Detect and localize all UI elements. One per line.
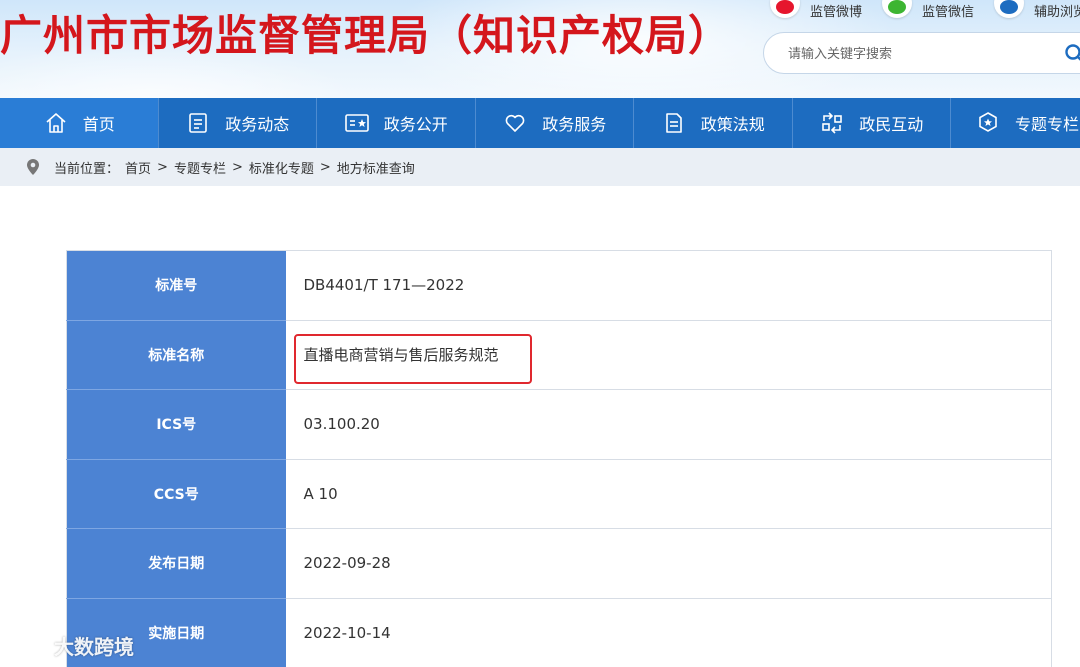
- weibo-link[interactable]: 监管微博: [770, 0, 862, 20]
- breadcrumb: 当前位置： 首页 > 专题专栏 > 标准化专题 > 地方标准查询: [0, 148, 1080, 186]
- field-label-publish-date: 发布日期: [66, 528, 286, 599]
- field-value-standard-number: DB4401/T 171—2022: [285, 250, 1052, 321]
- accessibility-label: 辅助浏览: [1034, 4, 1080, 20]
- location-pin-icon: [27, 159, 39, 175]
- table-row: 发布日期 2022-09-28: [66, 528, 1052, 599]
- document-list-icon: [185, 110, 211, 136]
- table-row: ICS号 03.100.20: [66, 389, 1052, 460]
- nav-label: 政务动态: [225, 115, 290, 134]
- open-government-icon: [344, 110, 370, 136]
- breadcrumb-item-home[interactable]: 首页: [125, 158, 151, 177]
- nav-label: 政务服务: [542, 115, 607, 134]
- site-title: 广州市市场监督管理局（知识产权局）: [0, 11, 732, 60]
- accessibility-icon: [994, 0, 1024, 18]
- nav-item-interaction[interactable]: 政民互动: [793, 98, 951, 148]
- table-row: CCS号 A 10: [66, 459, 1052, 529]
- weibo-icon: [770, 0, 800, 18]
- nav-item-services[interactable]: 政务服务: [476, 98, 634, 148]
- nav-item-topics[interactable]: 专题专栏: [951, 98, 1080, 148]
- field-value-effective-date: 2022-10-14: [285, 598, 1052, 667]
- breadcrumb-item-topics[interactable]: 专题专栏: [174, 158, 226, 177]
- breadcrumb-item-standardization[interactable]: 标准化专题: [249, 158, 314, 177]
- home-icon: [43, 110, 69, 136]
- table-row: 标准名称 直播电商营销与售后服务规范: [66, 320, 1052, 390]
- nav-label: 政务公开: [383, 115, 448, 134]
- watermark: 大数跨境: [8, 630, 134, 660]
- main-content: 标准号 DB4401/T 171—2022 标准名称 直播电商营销与售后服务规范…: [0, 186, 1080, 667]
- wechat-link[interactable]: 监管微信: [882, 0, 974, 20]
- nav-item-policy[interactable]: 政策法规: [634, 98, 793, 148]
- site-header: 广州市市场监督管理局（知识产权局） 监管微博 监管微信 辅助浏览: [0, 0, 1080, 98]
- field-label-ccs: CCS号: [66, 459, 286, 529]
- brand-logo-icon: [8, 634, 47, 655]
- breadcrumb-prefix: 当前位置：: [54, 161, 120, 177]
- table-row: 实施日期 2022-10-14: [66, 598, 1052, 667]
- breadcrumb-separator: >: [231, 159, 243, 175]
- nav-item-home[interactable]: 首页: [0, 98, 159, 148]
- standard-detail-table: 标准号 DB4401/T 171—2022 标准名称 直播电商营销与售后服务规范…: [66, 250, 1052, 667]
- search-box: [763, 32, 1080, 74]
- nav-label: 政策法规: [700, 115, 765, 134]
- wechat-label: 监管微信: [922, 4, 975, 20]
- field-value-publish-date: 2022-09-28: [285, 528, 1052, 599]
- field-label-standard-name: 标准名称: [66, 320, 286, 390]
- watermark-text: 大数跨境: [54, 634, 134, 659]
- field-label-standard-number: 标准号: [66, 250, 286, 321]
- main-nav: 首页 政务动态 政务公开 政务服务 政策法规 政民互动 专题专栏: [0, 98, 1080, 148]
- nav-label: 政民互动: [859, 115, 924, 134]
- search-icon[interactable]: [1064, 43, 1080, 65]
- nav-item-news[interactable]: 政务动态: [159, 98, 317, 148]
- highlight-annotation-box: [294, 334, 532, 384]
- breadcrumb-separator: >: [157, 159, 168, 175]
- accessibility-link[interactable]: 辅助浏览: [994, 0, 1080, 20]
- wechat-icon: [882, 0, 912, 18]
- field-value-ccs: A 10: [285, 459, 1052, 529]
- search-input[interactable]: [788, 43, 1058, 65]
- nav-label: 专题专栏: [1015, 115, 1080, 134]
- heart-icon: [502, 110, 528, 136]
- badge-icon: [975, 110, 1001, 136]
- field-value-ics: 03.100.20: [285, 389, 1052, 460]
- interaction-icon: [819, 110, 845, 136]
- breadcrumb-item-local-standards[interactable]: 地方标准查询: [337, 158, 415, 177]
- nav-label: 首页: [82, 115, 115, 134]
- field-label-ics: ICS号: [66, 389, 286, 460]
- policy-document-icon: [661, 110, 687, 136]
- weibo-label: 监管微博: [810, 4, 863, 20]
- breadcrumb-separator: >: [319, 159, 331, 175]
- nav-item-open-gov[interactable]: 政务公开: [317, 98, 476, 148]
- table-row: 标准号 DB4401/T 171—2022: [66, 250, 1052, 321]
